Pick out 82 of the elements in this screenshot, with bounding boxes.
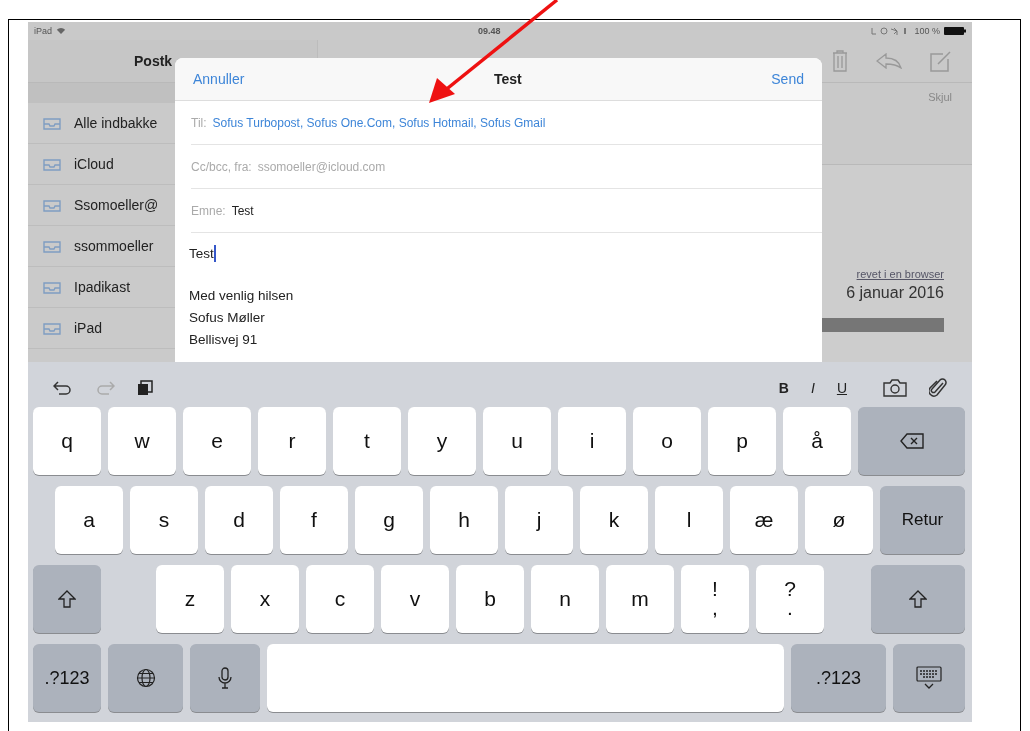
signature-line: Sofus Møller: [189, 310, 266, 325]
status-time: 09.48: [478, 26, 501, 36]
key[interactable]: w: [108, 407, 176, 475]
inbox-tray-icon: [42, 320, 62, 336]
key[interactable]: a: [55, 486, 123, 554]
signature-line: Med venlig hilsen: [189, 288, 295, 303]
key[interactable]: g: [355, 486, 423, 554]
to-label: Til:: [191, 115, 207, 130]
key[interactable]: ! ,: [681, 565, 749, 633]
shift-key[interactable]: [33, 565, 101, 633]
dictation-key[interactable]: [190, 644, 260, 712]
key[interactable]: f: [280, 486, 348, 554]
key[interactable]: ? .: [756, 565, 824, 633]
paperclip-icon[interactable]: [929, 378, 947, 398]
key[interactable]: l: [655, 486, 723, 554]
key[interactable]: p: [708, 407, 776, 475]
key[interactable]: e: [183, 407, 251, 475]
cancel-button[interactable]: Annuller: [193, 71, 245, 87]
signature-line: Bellisvej 91: [189, 332, 259, 347]
shift-arrow-icon: [909, 590, 927, 608]
key[interactable]: z: [156, 565, 224, 633]
italic-button[interactable]: I: [811, 380, 815, 396]
key[interactable]: å: [783, 407, 851, 475]
underline-button[interactable]: U: [836, 380, 847, 396]
inbox-tray-icon: [42, 238, 62, 254]
browser-link[interactable]: revet i en browser: [856, 268, 944, 280]
key[interactable]: k: [580, 486, 648, 554]
redo-icon[interactable]: [95, 381, 115, 395]
numbers-key[interactable]: .?123: [791, 644, 886, 712]
key[interactable]: v: [381, 565, 449, 633]
battery-icon: [944, 27, 966, 35]
body-text[interactable]: Test: [189, 246, 214, 261]
wifi-icon: [56, 27, 66, 35]
key[interactable]: æ: [730, 486, 798, 554]
sidebar-title: Postk: [134, 53, 173, 69]
key[interactable]: ø: [805, 486, 873, 554]
key[interactable]: s: [130, 486, 198, 554]
bold-button[interactable]: B: [778, 380, 789, 396]
key[interactable]: q: [33, 407, 101, 475]
subject-field[interactable]: Test: [231, 203, 254, 218]
trash-icon[interactable]: [832, 50, 848, 72]
shift-arrow-icon: [58, 590, 76, 608]
reply-icon[interactable]: [876, 53, 902, 69]
paste-icon[interactable]: [137, 380, 153, 396]
send-button[interactable]: Send: [771, 71, 804, 87]
camera-icon[interactable]: [883, 379, 907, 397]
device-name: iPad: [34, 26, 52, 36]
key[interactable]: y: [408, 407, 476, 475]
inbox-tray-icon: [42, 279, 62, 295]
inbox-tray-icon: [42, 115, 62, 131]
subject-label: Emne:: [191, 203, 226, 218]
key[interactable]: x: [231, 565, 299, 633]
numbers-key[interactable]: .?123: [33, 644, 101, 712]
return-key[interactable]: Retur: [880, 486, 965, 554]
key[interactable]: i: [558, 407, 626, 475]
key[interactable]: o: [633, 407, 701, 475]
microphone-icon: [218, 667, 232, 689]
text-cursor: [213, 245, 216, 262]
delete-key[interactable]: [858, 407, 965, 475]
inbox-tray-icon: [42, 156, 62, 172]
key[interactable]: n: [531, 565, 599, 633]
keyboard-down-icon: [916, 666, 942, 690]
ccbcc-label: Cc/bcc, fra:: [191, 159, 252, 174]
key[interactable]: c: [306, 565, 374, 633]
undo-icon[interactable]: [53, 381, 73, 395]
globe-key[interactable]: [108, 644, 183, 712]
key[interactable]: m: [606, 565, 674, 633]
newsletter-date: 6 januar 2016: [846, 284, 944, 302]
globe-icon: [135, 668, 156, 688]
key[interactable]: h: [430, 486, 498, 554]
key[interactable]: t: [333, 407, 401, 475]
key[interactable]: u: [483, 407, 551, 475]
compose-icon[interactable]: [930, 50, 952, 72]
backspace-icon: [899, 433, 924, 449]
key[interactable]: r: [258, 407, 326, 475]
hide-keyboard-key[interactable]: [893, 644, 965, 712]
inbox-tray-icon: [42, 197, 62, 213]
key[interactable]: b: [456, 565, 524, 633]
battery-percent: 100 %: [914, 26, 940, 36]
key[interactable]: d: [205, 486, 273, 554]
key[interactable]: j: [505, 486, 573, 554]
compose-title: Test: [493, 71, 522, 87]
